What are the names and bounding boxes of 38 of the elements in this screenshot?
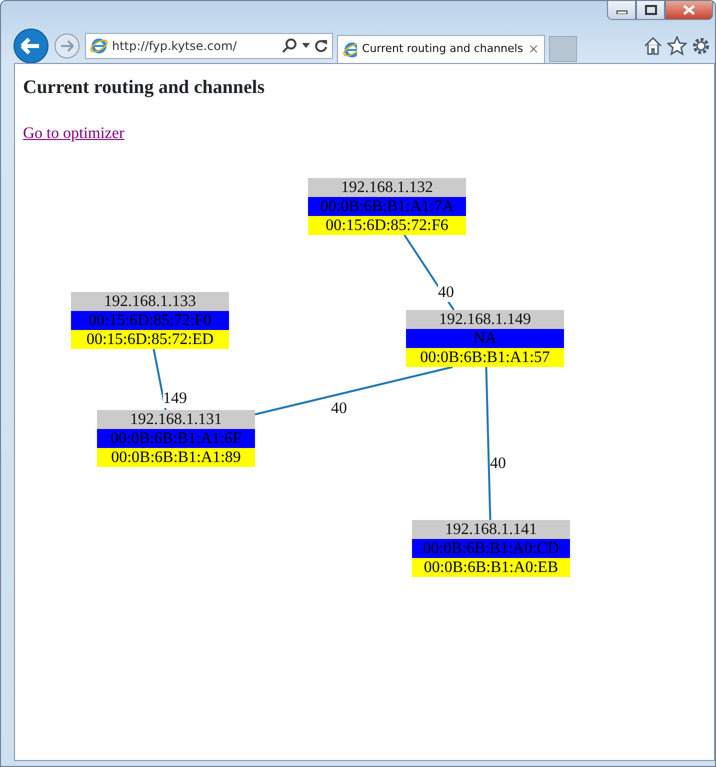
tab-close-button[interactable]: × (528, 40, 539, 60)
browser-logo-icon (90, 37, 108, 55)
mac-address: 00:15:6D:85:72:ED (71, 330, 229, 349)
home-icon[interactable] (643, 36, 663, 56)
ip-address: 192.168.1.149 (406, 310, 564, 329)
maximize-button[interactable] (636, 1, 665, 20)
link-label: 40 (438, 284, 454, 302)
optimizer-link[interactable]: Go to optimizer (23, 122, 124, 146)
url-text: http://fyp.kytse.com/ (112, 38, 237, 55)
mac-address: 00:0B:6B:B1:A0:CD (412, 539, 570, 558)
page-heading: Current routing and channels (23, 76, 265, 100)
ip-address: 192.168.1.141 (412, 520, 570, 539)
mac-address: NA (406, 329, 564, 348)
address-bar[interactable]: http://fyp.kytse.com/ (85, 33, 333, 59)
mac-address: 00:0B:6B:B1:A1:89 (97, 448, 255, 467)
star-icon[interactable] (667, 36, 687, 56)
mac-address: 00:0B:6B:B1:A1:6F (97, 429, 255, 448)
maximize-icon (644, 5, 656, 15)
close-icon (683, 5, 695, 15)
search-icon[interactable] (282, 38, 298, 54)
mac-address: 00:15:6D:85:72:F6 (308, 216, 466, 235)
ip-address: 192.168.1.132 (308, 178, 466, 197)
tab-title: Current routing and channels (362, 41, 524, 58)
mac-address: 00:0B:6B:B1:A1:57 (406, 348, 564, 367)
mac-address: 00:0B:6B:B1:A0:EB (412, 558, 570, 577)
close-button[interactable] (665, 1, 713, 20)
link-label: 149 (163, 390, 187, 408)
browser-logo-icon (343, 40, 358, 58)
dropdown-icon[interactable] (302, 43, 310, 49)
ip-address: 192.168.1.133 (71, 292, 229, 311)
back-icon[interactable] (13, 28, 49, 64)
browser-tab[interactable]: Current routing and channels × (337, 35, 545, 63)
ip-address: 192.168.1.131 (97, 410, 255, 429)
mac-address: 00:0B:6B:B1:A1:7A (308, 197, 466, 216)
settings-icon[interactable] (691, 36, 711, 56)
refresh-icon[interactable] (314, 39, 328, 53)
minimize-button[interactable] (607, 1, 636, 20)
mac-address: 00:15:6D:85:72:F0 (71, 311, 229, 330)
